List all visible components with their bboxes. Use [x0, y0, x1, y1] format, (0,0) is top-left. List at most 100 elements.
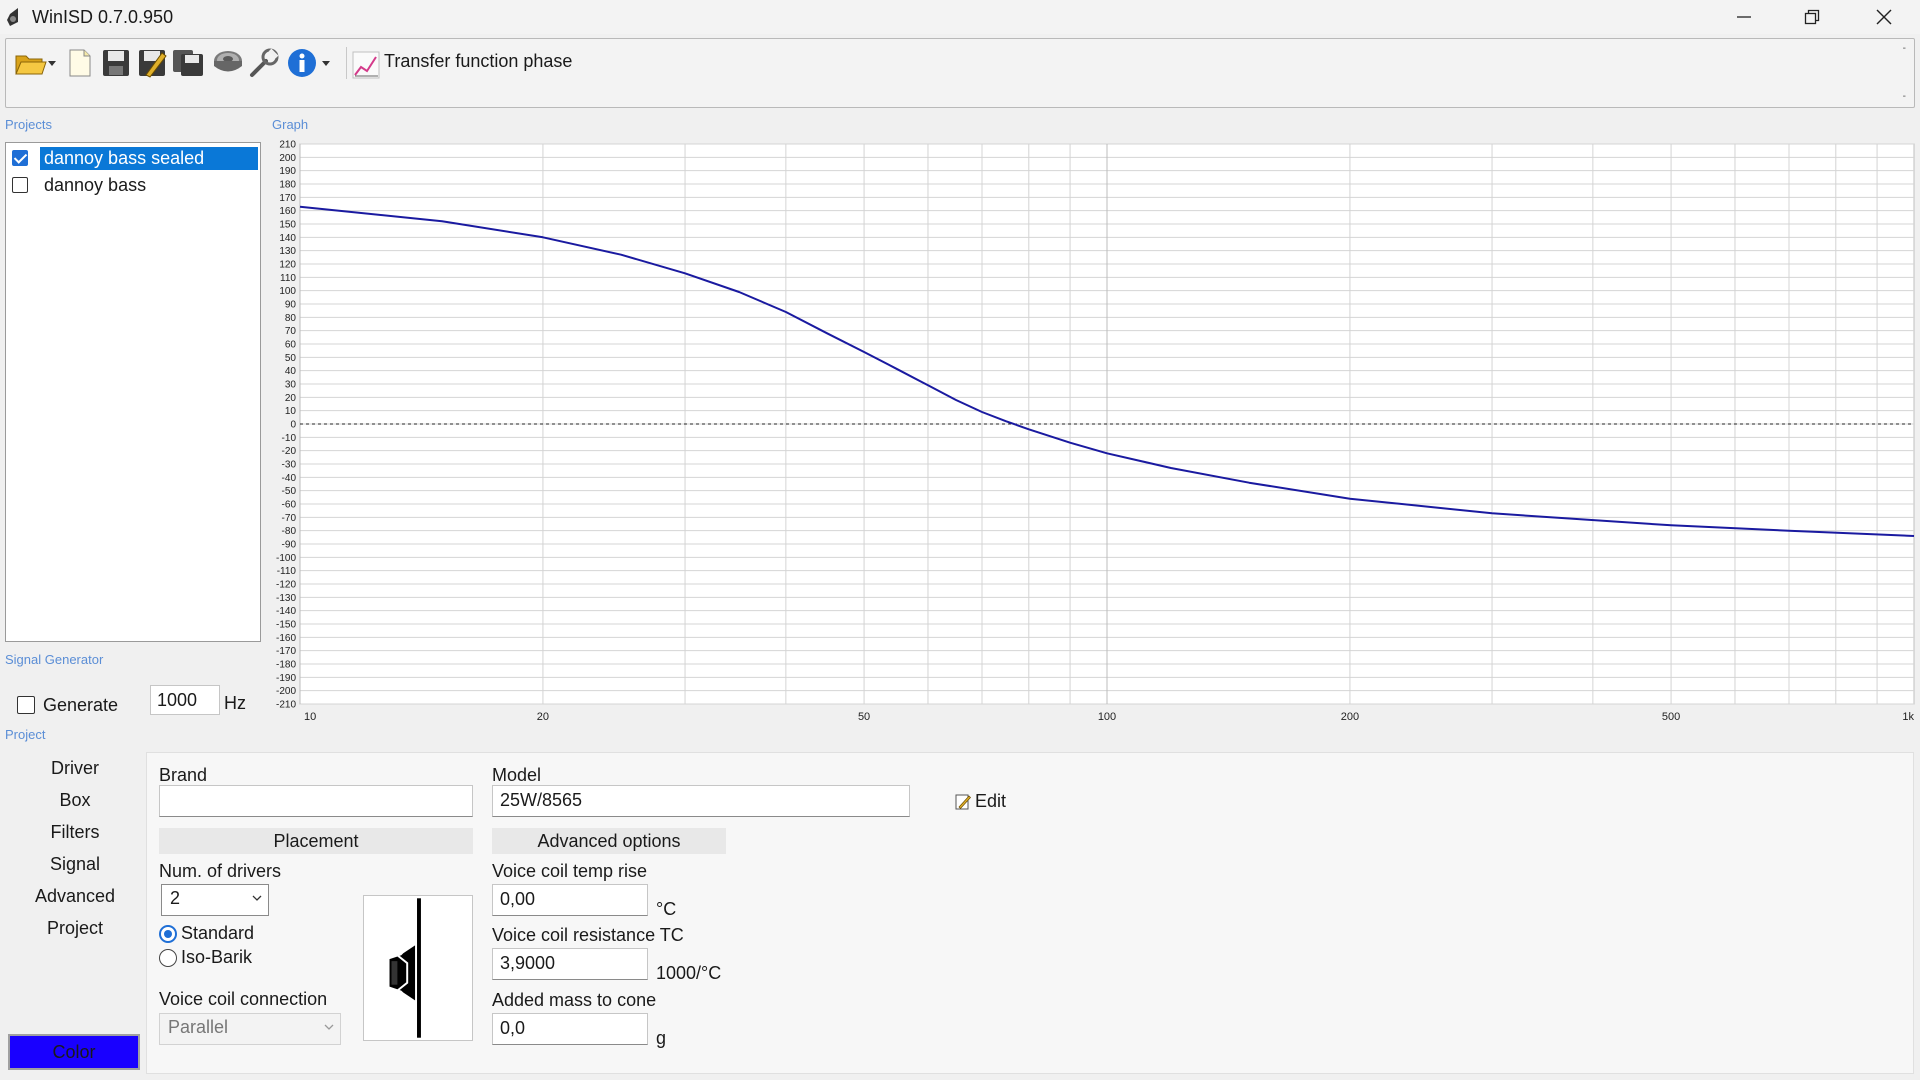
y-tick-label: -110	[277, 566, 297, 577]
signal-generator-section-label: Signal Generator	[5, 652, 104, 667]
y-tick-label: -100	[276, 553, 296, 564]
chart-icon[interactable]	[352, 51, 380, 79]
x-tick-label: 1k	[1902, 711, 1914, 723]
tab-project[interactable]: Project	[10, 918, 140, 939]
brand-label: Brand	[159, 765, 208, 785]
toolbar-scroll-up[interactable]: -	[1903, 43, 1906, 54]
project-section-label: Project	[5, 727, 46, 742]
generate-label: Generate	[43, 694, 119, 715]
num-drivers-select[interactable]: 2	[161, 884, 269, 916]
tab-signal[interactable]: Signal	[10, 854, 140, 875]
close-icon	[1876, 9, 1892, 25]
x-tick-label: 50	[858, 711, 870, 723]
y-tick-label: 60	[285, 340, 297, 351]
title-bar: WinISD 0.7.0.950	[0, 0, 1920, 34]
model-label: Model	[492, 765, 542, 785]
app-icon	[7, 8, 18, 26]
y-tick-label: -200	[276, 686, 296, 697]
tab-advanced[interactable]: Advanced	[10, 886, 140, 907]
phase-graph[interactable]: 2102001901801701601501401301201101009080…	[266, 138, 1916, 728]
vc-resistance-tc-field[interactable]: 3,9000	[492, 948, 648, 980]
brand-field[interactable]	[159, 785, 473, 817]
added-mass-label: Added mass to cone	[492, 990, 657, 1010]
y-tick-label: 160	[279, 206, 296, 217]
restore-button[interactable]	[1778, 0, 1846, 34]
y-tick-label: -140	[276, 606, 296, 617]
radio-isobarik-dot[interactable]	[159, 948, 177, 967]
projects-section-label: Projects	[5, 117, 52, 132]
vc-temp-rise-label: Voice coil temp rise	[492, 861, 648, 881]
tab-filters[interactable]: Filters	[10, 822, 140, 843]
generate-checkbox[interactable]	[17, 696, 35, 714]
voice-coil-connection-value: Parallel	[168, 1017, 229, 1037]
toolbar-scroll-down[interactable]: -	[1903, 91, 1906, 102]
vc-resistance-tc-unit: 1000/°C	[656, 963, 722, 983]
window-title: WinISD 0.7.0.950	[32, 7, 174, 27]
placement-header: Placement	[159, 828, 473, 854]
y-tick-label: -170	[276, 646, 296, 657]
save-icon[interactable]	[100, 47, 132, 79]
y-tick-label: 40	[285, 366, 297, 377]
y-tick-label: -50	[282, 486, 297, 497]
speaker-placement-icon	[363, 895, 473, 1041]
vc-resistance-tc-label: Voice coil resistance TC	[492, 925, 684, 945]
color-button[interactable]: Color	[8, 1034, 140, 1070]
y-tick-label: 120	[279, 260, 296, 271]
y-tick-label: 50	[285, 353, 297, 364]
y-tick-label: -120	[276, 580, 296, 591]
voice-coil-connection-select[interactable]: Parallel	[159, 1013, 341, 1045]
num-drivers-label: Num. of drivers	[159, 861, 282, 881]
x-tick-label: 500	[1662, 711, 1680, 723]
info-icon[interactable]	[286, 47, 332, 79]
minimize-button[interactable]	[1710, 0, 1778, 34]
tab-box[interactable]: Box	[10, 790, 140, 811]
radio-standard-label: Standard	[181, 923, 255, 943]
tab-driver[interactable]: Driver	[10, 758, 140, 779]
num-drivers-value: 2	[170, 888, 181, 908]
y-tick-label: -20	[282, 446, 297, 457]
edit-button[interactable]: Edit	[955, 791, 1006, 812]
save-all-icon[interactable]	[172, 47, 204, 79]
driver-icon[interactable]	[212, 47, 244, 79]
project-label[interactable]: dannoy bass	[40, 174, 150, 197]
graph-type-label[interactable]: Transfer function phase	[384, 51, 572, 72]
y-tick-label: 90	[285, 300, 297, 311]
save-as-icon[interactable]	[136, 47, 168, 79]
project-checkbox[interactable]	[12, 150, 28, 166]
x-tick-label: 20	[537, 711, 549, 723]
y-tick-label: -10	[282, 433, 297, 444]
y-tick-label: 150	[279, 220, 296, 231]
added-mass-unit: g	[656, 1028, 667, 1048]
radio-standard[interactable]: Standard	[159, 923, 254, 944]
new-document-icon[interactable]	[64, 47, 96, 79]
frequency-input[interactable]	[150, 685, 220, 715]
project-checkbox[interactable]	[12, 177, 28, 193]
open-folder-icon[interactable]	[14, 47, 58, 79]
project-item[interactable]: dannoy bass	[12, 172, 150, 198]
project-item[interactable]: dannoy bass sealed	[12, 145, 258, 171]
close-button[interactable]	[1850, 0, 1918, 34]
radio-standard-dot[interactable]	[159, 924, 177, 943]
y-tick-label: 20	[285, 393, 297, 404]
model-field[interactable]: 25W/8565	[492, 785, 910, 817]
radio-isobarik[interactable]: Iso-Barik	[159, 947, 252, 968]
projects-list[interactable]: dannoy bass sealed dannoy bass	[5, 142, 261, 642]
vc-temp-rise-field[interactable]: 0,00	[492, 884, 648, 916]
restore-icon	[1804, 9, 1820, 25]
tools-icon[interactable]	[248, 47, 280, 79]
project-label[interactable]: dannoy bass sealed	[40, 146, 258, 170]
y-tick-label: 0	[290, 420, 296, 431]
y-tick-label: 190	[279, 166, 296, 177]
y-tick-label: -160	[276, 633, 296, 644]
pencil-icon	[955, 794, 971, 809]
y-tick-label: -80	[282, 526, 297, 537]
minimize-icon	[1737, 16, 1751, 18]
y-tick-label: 100	[279, 286, 296, 297]
generate-checkbox-row[interactable]: Generate	[17, 690, 118, 720]
added-mass-field[interactable]: 0,0	[492, 1013, 648, 1045]
y-tick-label: -40	[282, 473, 297, 484]
y-tick-label: -190	[276, 673, 296, 684]
y-tick-label: 130	[279, 246, 296, 257]
x-tick-label: 100	[1098, 711, 1116, 723]
toolbar-separator	[346, 47, 347, 79]
